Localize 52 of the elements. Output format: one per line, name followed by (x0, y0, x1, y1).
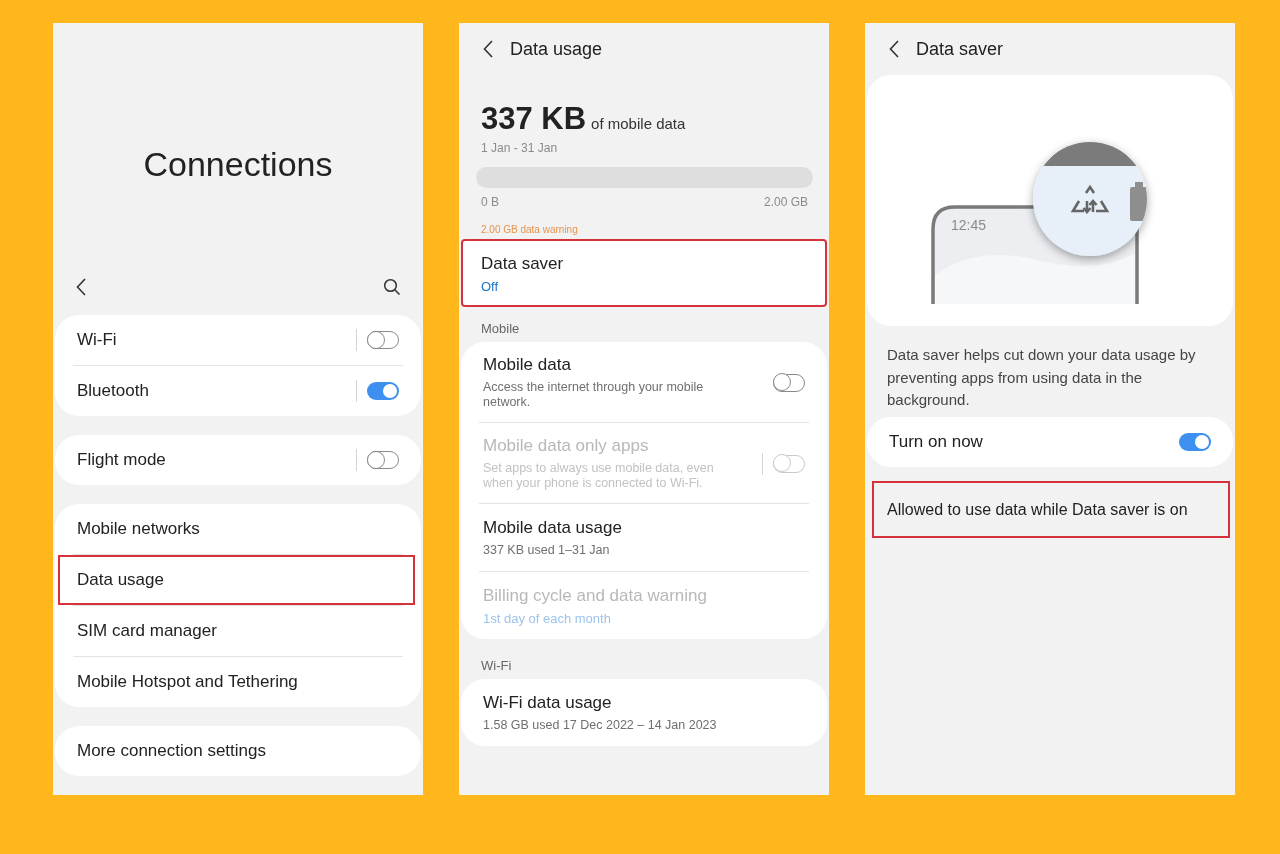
usage-period: 1 Jan - 31 Jan (481, 141, 559, 155)
screen-title: Connections (142, 144, 334, 185)
setting-title: Data saver (481, 254, 565, 274)
setting-title: Mobile data only apps (483, 436, 650, 456)
settings-item[interactable]: SIM card manager (55, 606, 421, 656)
settings-item[interactable]: Data usage (58, 555, 415, 605)
settings-item[interactable]: Allowed to use data while Data saver is on (872, 480, 1230, 538)
setting-title: Mobile data usage (483, 518, 623, 538)
setting-label: Wi-Fi (77, 330, 117, 350)
setting-title: Wi-Fi data usage (483, 693, 613, 713)
toggle-switch[interactable] (367, 382, 399, 400)
setting-summary: 1.58 GB used 17 Dec 2022 – 14 Jan 2023 (483, 718, 718, 733)
bar-min-label: 0 B (481, 195, 499, 209)
setting-title: Billing cycle and data warning (483, 586, 708, 606)
setting-label: Turn on now (889, 431, 983, 452)
data-warning: 2.00 GB data warning (481, 224, 579, 235)
settings-row[interactable]: Data saver Off (461, 239, 827, 307)
setting-summary: 337 KB used 1–31 Jan (483, 543, 611, 558)
usage-unit: of mobile data (591, 115, 686, 132)
setting-summary: 1st day of each month (483, 611, 612, 626)
toggle-switch[interactable] (1179, 432, 1211, 451)
toggle-switch[interactable] (367, 451, 399, 469)
section-heading: Wi-Fi (480, 658, 513, 675)
settings-row[interactable]: Wi-Fi data usage 1.58 GB used 17 Dec 2022 – 14 Jan 2023 (461, 679, 827, 746)
settings-item[interactable]: Mobile Hotspot and Tethering (55, 657, 421, 707)
settings-row[interactable]: Bluetooth (55, 366, 421, 416)
back-icon[interactable] (76, 278, 86, 296)
screen-title: Data saver (916, 38, 1004, 60)
screen-title: Data usage (510, 38, 603, 60)
description-text: Data saver helps cut down your data usage by preventing apps from using data in the background. (886, 345, 1197, 410)
setting-label: Flight mode (77, 450, 166, 470)
setting-summary: Set apps to always use mobile data, even when your phone is connected to Wi-Fi. (483, 461, 715, 491)
back-icon[interactable] (889, 40, 899, 58)
bar-max-label: 2.00 GB (763, 195, 808, 209)
section-heading: Mobile (480, 321, 521, 338)
toggle-switch[interactable] (367, 331, 399, 349)
settings-item[interactable]: More connection settings (55, 726, 421, 776)
settings-row[interactable]: Wi-Fi (55, 315, 421, 365)
usage-amount: 337 KB (481, 101, 587, 137)
search-icon[interactable] (383, 278, 401, 296)
setting-title: Mobile data (483, 355, 572, 375)
settings-row[interactable]: Turn on now (867, 416, 1233, 467)
settings-item[interactable]: Mobile networks (55, 504, 421, 554)
setting-summary: Access the internet through your mobile network. (483, 380, 705, 410)
settings-row[interactable]: Mobile data usage 337 KB used 1–31 Jan (461, 504, 827, 571)
toggle-switch[interactable] (773, 373, 805, 392)
settings-row[interactable]: Mobile data Access the internet through your mobile network. (461, 342, 827, 422)
clock-time: 12:45 (951, 217, 987, 233)
setting-label: Bluetooth (77, 381, 149, 401)
back-icon[interactable] (483, 40, 493, 58)
setting-status: Off (481, 279, 500, 294)
settings-row[interactable]: Flight mode (55, 435, 421, 485)
